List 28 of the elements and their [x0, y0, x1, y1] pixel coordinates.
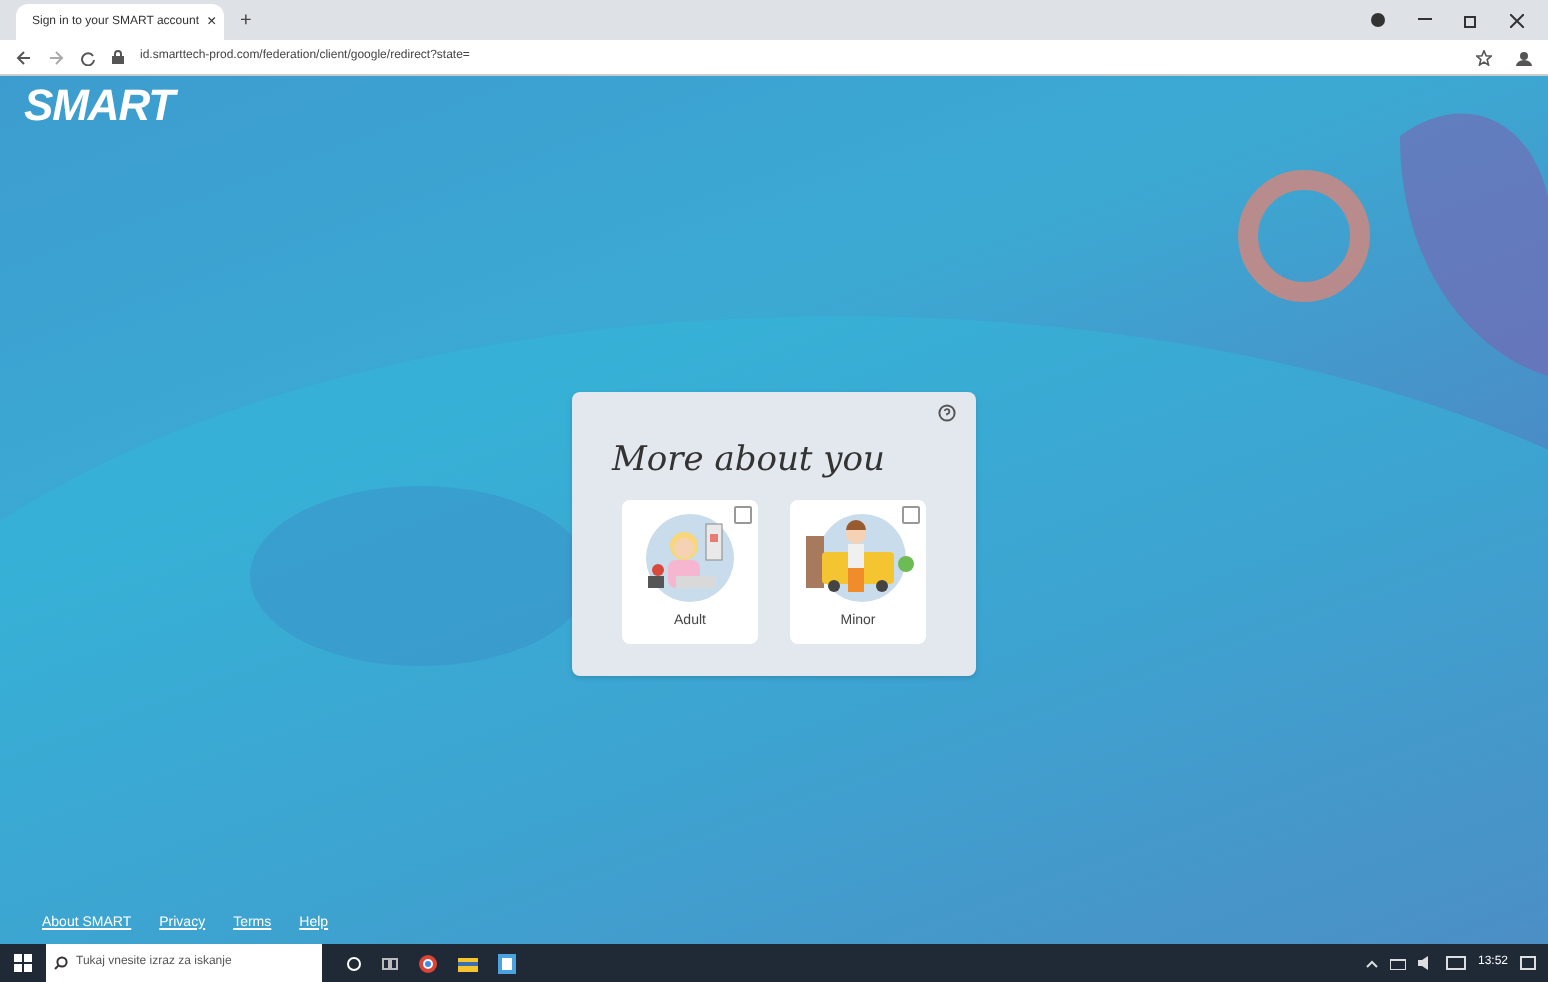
task-view-icon[interactable]: [382, 955, 398, 971]
profile-icon[interactable]: [1516, 49, 1532, 65]
checkbox[interactable]: [902, 505, 920, 524]
lock-icon: [112, 50, 124, 64]
windows-start-icon[interactable]: [14, 954, 32, 972]
smart-logo: SMART: [24, 84, 180, 128]
restore-icon[interactable]: [1464, 13, 1478, 27]
speaker-icon[interactable]: [1417, 956, 1434, 970]
back-arrow-icon[interactable]: [16, 49, 32, 65]
browser-app-icon[interactable]: [418, 953, 438, 973]
cortana-circle-icon[interactable]: [346, 955, 362, 971]
background-ring: [1238, 170, 1370, 302]
profile-icon[interactable]: [1370, 12, 1386, 28]
help-icon[interactable]: [938, 404, 956, 423]
new-tab-button[interactable]: +: [240, 5, 252, 35]
chevron-up-icon[interactable]: [1365, 959, 1378, 967]
search-icon: [54, 956, 68, 970]
close-icon[interactable]: [1510, 13, 1524, 27]
document-app-icon[interactable]: [498, 953, 516, 973]
woman-at-laptop-drawing: [640, 511, 740, 604]
folder-icon[interactable]: [458, 955, 478, 971]
tab-close-button[interactable]: ×: [207, 10, 217, 34]
checkbox[interactable]: [734, 505, 752, 524]
dialog-title: More about you: [612, 438, 887, 485]
star-icon[interactable]: [1476, 49, 1492, 65]
reload-icon[interactable]: [80, 49, 96, 65]
minimize-icon[interactable]: [1418, 18, 1432, 22]
girl-by-school-bus-drawing: [802, 511, 914, 604]
